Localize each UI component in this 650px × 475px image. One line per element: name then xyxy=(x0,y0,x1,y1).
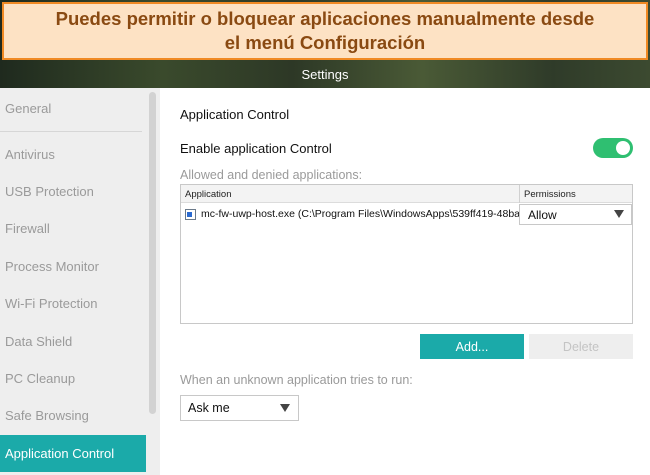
delete-button[interactable]: Delete xyxy=(529,334,633,359)
chevron-down-icon xyxy=(280,404,290,412)
sidebar-item-label: Safe Browsing xyxy=(5,408,89,423)
sidebar-item-data-shield[interactable]: Data Shield xyxy=(0,323,146,360)
caption-line-1: Puedes permitir o bloquear aplicaciones … xyxy=(55,8,595,29)
sidebar-item-antivirus[interactable]: Antivirus xyxy=(0,136,146,173)
column-header-application[interactable]: Application xyxy=(181,185,519,203)
unknown-application-value: Ask me xyxy=(188,401,230,415)
sidebar-item-pc-cleanup[interactable]: PC Cleanup xyxy=(0,360,146,397)
settings-content: Application Control Enable application C… xyxy=(160,88,650,475)
permission-value: Allow xyxy=(528,207,557,222)
add-button[interactable]: Add... xyxy=(420,334,524,359)
sidebar-scrollbar-thumb[interactable] xyxy=(149,92,156,414)
application-path: mc-fw-uwp-host.exe (C:\Program Files\Win… xyxy=(201,208,519,220)
window-title: Settings xyxy=(301,66,349,82)
enable-application-control-label: Enable application Control xyxy=(180,141,332,156)
application-window-icon xyxy=(185,208,196,220)
sidebar-item-process-monitor[interactable]: Process Monitor xyxy=(0,248,146,285)
window-titlebar: Settings xyxy=(0,60,650,88)
sidebar-item-label: Process Monitor xyxy=(5,259,99,274)
toggle-knob xyxy=(616,141,630,155)
sidebar-divider xyxy=(0,131,142,132)
unknown-application-label: When an unknown application tries to run… xyxy=(180,373,413,387)
sidebar-item-usb-protection[interactable]: USB Protection xyxy=(0,173,146,210)
sidebar-item-safe-browsing[interactable]: Safe Browsing xyxy=(0,397,146,434)
permission-dropdown[interactable]: Allow xyxy=(519,204,632,225)
table-row[interactable]: mc-fw-uwp-host.exe (C:\Program Files\Win… xyxy=(181,204,519,224)
applications-table: Application Permissions mc-fw-uwp-host.e… xyxy=(180,184,633,324)
unknown-application-dropdown[interactable]: Ask me xyxy=(180,395,299,421)
sidebar-item-application-control[interactable]: Application Control xyxy=(0,435,146,472)
page-title: Application Control xyxy=(180,107,290,122)
caption-text: Puedes permitir o bloquear aplicaciones … xyxy=(56,7,595,55)
sidebar-item-wifi-protection[interactable]: Wi-Fi Protection xyxy=(0,285,146,322)
sidebar-item-label: Wi-Fi Protection xyxy=(5,296,98,311)
sidebar-item-label: Firewall xyxy=(5,221,50,236)
column-header-permissions[interactable]: Permissions xyxy=(520,185,632,203)
sidebar-item-label: Antivirus xyxy=(5,147,55,162)
table-header: Application Permissions xyxy=(181,185,632,203)
sidebar-item-label: USB Protection xyxy=(5,184,94,199)
sidebar-item-label: Application Control xyxy=(5,446,115,461)
enable-application-control-toggle[interactable] xyxy=(593,138,633,158)
settings-sidebar: General Antivirus USB Protection Firewal… xyxy=(0,88,160,475)
caption-line-2: el menú Configuración xyxy=(224,32,426,53)
caption-banner: Puedes permitir o bloquear aplicaciones … xyxy=(2,2,648,60)
sidebar-item-label: General xyxy=(5,101,52,116)
sidebar-item-general[interactable]: General xyxy=(0,90,146,127)
chevron-down-icon xyxy=(614,210,624,218)
sidebar-item-label: PC Cleanup xyxy=(5,371,76,386)
allowed-denied-label: Allowed and denied applications: xyxy=(180,168,363,182)
sidebar-item-label: Data Shield xyxy=(5,334,73,349)
sidebar-item-firewall[interactable]: Firewall xyxy=(0,210,146,247)
